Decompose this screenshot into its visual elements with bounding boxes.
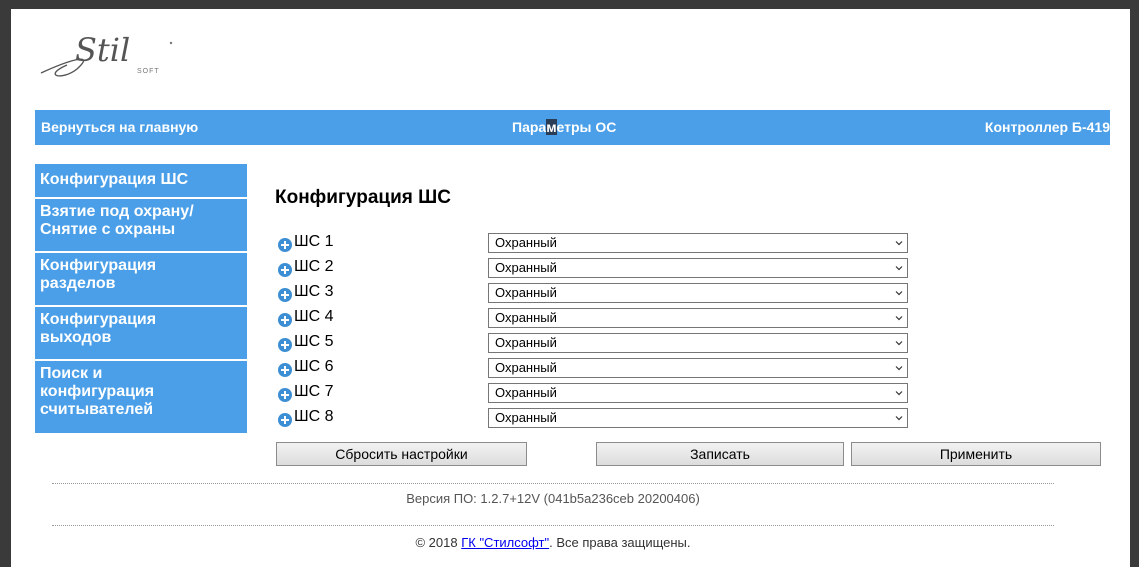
chevron-down-icon <box>895 366 903 371</box>
company-link[interactable]: ГК "Стилсофт" <box>461 535 549 550</box>
loop-label: ШС 5 <box>294 333 334 350</box>
copyright-footer: © 2018 ГК "Стилсофт". Все права защищены… <box>52 535 1054 550</box>
loop-type-value: Охранный <box>495 360 557 375</box>
loop-list: ШС 1 Охранный ШС 2 Охранный ШС 3 Охранны… <box>275 231 915 431</box>
sidebar-item-label: считывателей <box>40 401 154 418</box>
loop-label: ШС 1 <box>294 233 334 250</box>
sidebar-item-label: конфигурация <box>40 383 155 400</box>
loop-row: ШС 6 Охранный <box>275 356 915 381</box>
expand-plus-icon[interactable] <box>278 263 292 277</box>
loop-row: ШС 7 Охранный <box>275 381 915 406</box>
chevron-down-icon <box>895 316 903 321</box>
page-title: Параметры ОС <box>512 119 616 135</box>
firmware-version: Версия ПО: 1.2.7+12V (041b5a236ceb 20200… <box>406 491 700 506</box>
sidebar-item-readers-search[interactable]: Поиск и конфигурация считывателей <box>35 361 247 433</box>
sidebar-item-loop-config[interactable]: Конфигурация ШС <box>35 164 247 197</box>
loop-label: ШС 7 <box>294 383 334 400</box>
device-name: Контроллер Б-419 <box>984 119 1110 135</box>
chevron-down-icon <box>895 291 903 296</box>
loop-type-select[interactable]: Охранный <box>488 258 908 278</box>
loop-type-select[interactable]: Охранный <box>488 308 908 328</box>
svg-text:Stil: Stil <box>75 31 130 69</box>
loop-type-select[interactable]: Охранный <box>488 283 908 303</box>
loop-type-select[interactable]: Охранный <box>488 358 908 378</box>
loop-type-select[interactable]: Охранный <box>488 233 908 253</box>
sidebar-item-label: Конфигурация ШС <box>40 171 189 188</box>
expand-plus-icon[interactable] <box>278 238 292 252</box>
back-to-main-link[interactable]: Вернуться на главную <box>41 119 198 135</box>
top-bar: Вернуться на главную Параметры ОС Контро… <box>35 110 1110 145</box>
sidebar-item-label: Конфигурация <box>40 257 157 274</box>
loop-type-select[interactable]: Охранный <box>488 333 908 353</box>
reset-settings-button[interactable]: Сбросить настройки <box>276 442 527 466</box>
loop-label: ШС 4 <box>294 308 334 325</box>
loop-row: ШС 1 Охранный <box>275 231 915 256</box>
loop-label: ШС 3 <box>294 283 334 300</box>
copyright-prefix: © 2018 <box>415 535 462 550</box>
sidebar-item-label: выходов <box>40 329 112 346</box>
loop-type-select[interactable]: Охранный <box>488 383 908 403</box>
chevron-down-icon <box>895 391 903 396</box>
loop-type-value: Охранный <box>495 310 557 325</box>
loop-row: ШС 2 Охранный <box>275 256 915 281</box>
chevron-down-icon <box>895 416 903 421</box>
loop-type-select[interactable]: Охранный <box>488 408 908 428</box>
sidebar-item-label: разделов <box>40 275 116 292</box>
page: Stil SOFT Вернуться на главную Параметры… <box>11 9 1130 567</box>
sidebar-item-label: Конфигурация <box>40 311 157 328</box>
loop-label: ШС 8 <box>294 408 334 425</box>
stilsoft-logo: Stil SOFT <box>40 31 173 77</box>
loop-row: ШС 5 Охранный <box>275 331 915 356</box>
sidebar-item-label: Взятие под охрану/ <box>40 203 194 220</box>
loop-type-value: Охранный <box>495 410 557 425</box>
section-title: Конфигурация ШС <box>275 187 451 208</box>
loop-type-value: Охранный <box>495 260 557 275</box>
loop-type-value: Охранный <box>495 235 557 250</box>
divider <box>52 525 1054 526</box>
loop-type-value: Охранный <box>495 385 557 400</box>
expand-plus-icon[interactable] <box>278 413 292 427</box>
expand-plus-icon[interactable] <box>278 288 292 302</box>
sidebar: Конфигурация ШС Взятие под охрану/ Сняти… <box>35 164 247 435</box>
page-title-part1: Пара <box>512 119 547 135</box>
chevron-down-icon <box>895 266 903 271</box>
loop-label: ШС 2 <box>294 258 334 275</box>
write-button[interactable]: Записать <box>596 442 844 466</box>
expand-plus-icon[interactable] <box>278 338 292 352</box>
expand-plus-icon[interactable] <box>278 388 292 402</box>
divider <box>52 483 1054 484</box>
expand-plus-icon[interactable] <box>278 363 292 377</box>
loop-type-value: Охранный <box>495 285 557 300</box>
copyright-suffix: . Все права защищены. <box>549 535 691 550</box>
expand-plus-icon[interactable] <box>278 313 292 327</box>
loop-label: ШС 6 <box>294 358 334 375</box>
loop-row: ШС 4 Охранный <box>275 306 915 331</box>
page-title-highlight: м <box>546 119 557 135</box>
loop-type-value: Охранный <box>495 335 557 350</box>
loop-row: ШС 3 Охранный <box>275 281 915 306</box>
page-title-part2: етры ОС <box>556 119 617 135</box>
chevron-down-icon <box>895 241 903 246</box>
sidebar-item-outputs-config[interactable]: Конфигурация выходов <box>35 307 247 359</box>
svg-text:SOFT: SOFT <box>137 68 160 75</box>
sidebar-item-arm-disarm[interactable]: Взятие под охрану/ Снятие с охраны <box>35 199 247 251</box>
sidebar-item-label: Поиск и <box>40 365 103 382</box>
loop-row: ШС 8 Охранный <box>275 406 915 431</box>
sidebar-item-label: Снятие с охраны <box>40 221 176 238</box>
chevron-down-icon <box>895 341 903 346</box>
apply-button[interactable]: Применить <box>851 442 1101 466</box>
sidebar-item-partitions-config[interactable]: Конфигурация разделов <box>35 253 247 305</box>
